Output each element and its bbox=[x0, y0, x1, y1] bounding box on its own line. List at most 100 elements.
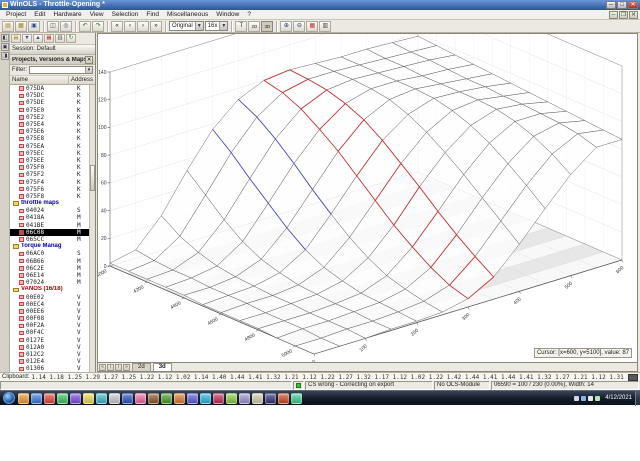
map-row[interactable]: 00EE6 V bbox=[10, 308, 89, 315]
chevron-down-icon[interactable]: ▼ bbox=[85, 67, 92, 73]
taskbar-app-13[interactable] bbox=[174, 392, 185, 404]
tab-nav-2[interactable]: › bbox=[115, 363, 122, 371]
column-name[interactable]: Name bbox=[10, 76, 69, 84]
taskbar-app-14[interactable] bbox=[187, 392, 198, 404]
clipboard-more-button[interactable] bbox=[628, 373, 638, 381]
map-row[interactable]: 075E2 K bbox=[10, 114, 89, 121]
map-row[interactable]: 07024 M bbox=[10, 279, 89, 286]
dock-project-icon[interactable]: ◧ bbox=[1, 34, 9, 42]
taskbar-app-20[interactable] bbox=[265, 392, 276, 404]
map-row[interactable]: 075E6 K bbox=[10, 128, 89, 135]
tab-3d[interactable]: 3d bbox=[152, 363, 172, 371]
map-row[interactable]: 00F2A V bbox=[10, 322, 89, 329]
child-restore-button[interactable]: ❐ bbox=[619, 10, 628, 19]
menu-item-hardware[interactable]: Hardware bbox=[49, 10, 85, 20]
map-row[interactable]: 075DE K bbox=[10, 99, 89, 106]
map-row[interactable]: 075E4 K bbox=[10, 121, 89, 128]
menu-item-find[interactable]: Find bbox=[142, 10, 163, 20]
panel-import-icon[interactable]: ▼ bbox=[22, 34, 32, 43]
tray-icon-4[interactable] bbox=[595, 395, 601, 401]
tab-2d[interactable]: 2d bbox=[132, 363, 151, 371]
maximize-button[interactable]: □ bbox=[617, 1, 627, 9]
map-row[interactable]: 0418A M bbox=[10, 214, 89, 221]
taskbar-app-12[interactable] bbox=[161, 392, 172, 404]
zoom-in-icon[interactable]: ⊕ bbox=[280, 20, 293, 32]
chevron-down-icon[interactable]: ▼ bbox=[194, 22, 203, 30]
map-row[interactable]: 075F2 K bbox=[10, 171, 89, 178]
close-button[interactable]: ✕ bbox=[628, 1, 638, 9]
word-width-combo[interactable]: 16x ▼ bbox=[204, 21, 229, 31]
panel-close-icon[interactable]: ✕ bbox=[85, 55, 93, 64]
view-text-icon[interactable]: T bbox=[235, 20, 248, 32]
taskbar-app-18[interactable] bbox=[239, 392, 250, 404]
prev-version-icon[interactable]: ‹ bbox=[124, 20, 136, 32]
map-row[interactable]: 041BE M bbox=[10, 222, 89, 229]
taskbar-app-15[interactable] bbox=[200, 392, 211, 404]
taskbar-app-16[interactable] bbox=[213, 392, 224, 404]
map-row[interactable]: 075DC K bbox=[10, 92, 89, 99]
menu-item-project[interactable]: Project bbox=[2, 10, 30, 20]
taskbar-app-17[interactable] bbox=[226, 392, 237, 404]
new-project-icon[interactable]: ▤ bbox=[2, 20, 14, 32]
redo-icon[interactable]: ↷ bbox=[92, 20, 104, 32]
session-bar[interactable]: Session: Default bbox=[10, 45, 95, 55]
show-desktop-button[interactable] bbox=[635, 390, 640, 406]
map-row[interactable]: 075E0 K bbox=[10, 107, 89, 114]
undo-icon[interactable]: ↶ bbox=[79, 20, 91, 32]
zoom-out-icon[interactable]: ⊖ bbox=[293, 20, 306, 32]
throttle-map-3d-chart[interactable]: 0 20 40 60 80 100 120 140 4000 4200 4400 4600 4800 50… bbox=[98, 34, 637, 362]
print-icon[interactable]: ◫ bbox=[47, 20, 59, 32]
map-row[interactable]: 075EE K bbox=[10, 157, 89, 164]
tab-nav-1[interactable]: ‹ bbox=[107, 363, 114, 371]
open-project-icon[interactable]: ▦ bbox=[15, 20, 27, 32]
panel-list-icon[interactable]: ▥ bbox=[55, 34, 65, 43]
panel-map-icon[interactable]: ▦ bbox=[44, 34, 54, 43]
map-row[interactable]: 06C08 M bbox=[10, 228, 89, 236]
taskbar-app-11[interactable] bbox=[148, 392, 159, 404]
menu-item-window[interactable]: Window bbox=[212, 10, 243, 20]
map-row[interactable]: 04024 S bbox=[10, 207, 89, 214]
panel-export-icon[interactable]: ▲ bbox=[33, 34, 43, 43]
taskbar-app-4[interactable] bbox=[57, 392, 68, 404]
map-row[interactable]: 075EC K bbox=[10, 150, 89, 157]
map-grid-icon[interactable]: ▦ bbox=[306, 20, 319, 32]
menu-item-miscellaneous[interactable]: Miscellaneous bbox=[163, 10, 212, 20]
map-row[interactable]: 00E02 V bbox=[10, 293, 89, 301]
panel-new-icon[interactable]: ▤ bbox=[11, 34, 21, 43]
panel-refresh-icon[interactable]: ↻ bbox=[66, 34, 76, 43]
taskbar-app-10[interactable] bbox=[135, 392, 146, 404]
version-combo[interactable]: Original ▼ bbox=[169, 21, 204, 31]
first-version-icon[interactable]: « bbox=[111, 20, 123, 32]
view-3d-icon[interactable]: 3D bbox=[261, 20, 274, 32]
map-row[interactable]: 06C2E M bbox=[10, 265, 89, 272]
tray-icon-2[interactable] bbox=[581, 395, 587, 401]
taskbar-app-22[interactable] bbox=[291, 392, 302, 404]
map-row[interactable]: 012A0 V bbox=[10, 344, 89, 351]
properties-icon[interactable]: ▥ bbox=[319, 20, 332, 32]
taskbar-app-5[interactable] bbox=[70, 392, 81, 404]
chevron-down-icon[interactable]: ▼ bbox=[219, 22, 228, 30]
sidebar-scrollbar[interactable] bbox=[89, 85, 95, 372]
map-row[interactable]: 00F4C V bbox=[10, 329, 89, 336]
map-row[interactable]: 075DA K bbox=[10, 85, 89, 92]
next-version-icon[interactable]: › bbox=[137, 20, 149, 32]
filter-dropdown[interactable]: ▼ bbox=[29, 66, 93, 74]
child-close-button[interactable]: ✕ bbox=[629, 10, 638, 19]
tab-nav-0[interactable]: « bbox=[99, 363, 106, 371]
map-row[interactable]: 06AC0 S bbox=[10, 250, 89, 257]
taskbar-app-8[interactable] bbox=[109, 392, 120, 404]
minimize-button[interactable]: ─ bbox=[606, 1, 616, 9]
tab-nav-3[interactable]: » bbox=[123, 363, 130, 371]
save-icon[interactable]: ▣ bbox=[28, 20, 40, 32]
map-row[interactable]: 012E4 V bbox=[10, 358, 89, 365]
map-folder-row[interactable]: VANOS (16/18) bbox=[10, 286, 89, 293]
menu-item-selection[interactable]: Selection bbox=[108, 10, 143, 20]
map-row[interactable]: 075F4 K bbox=[10, 178, 89, 186]
column-address[interactable]: Address bbox=[69, 76, 95, 84]
taskbar-app-6[interactable] bbox=[83, 392, 94, 404]
map-row[interactable]: 06B66 M bbox=[10, 258, 89, 265]
menu-item-help[interactable]: ? bbox=[243, 10, 255, 20]
menu-item-view[interactable]: View bbox=[86, 10, 108, 20]
map-row[interactable]: 075F8 K bbox=[10, 193, 89, 200]
taskbar-app-3[interactable] bbox=[44, 392, 55, 404]
